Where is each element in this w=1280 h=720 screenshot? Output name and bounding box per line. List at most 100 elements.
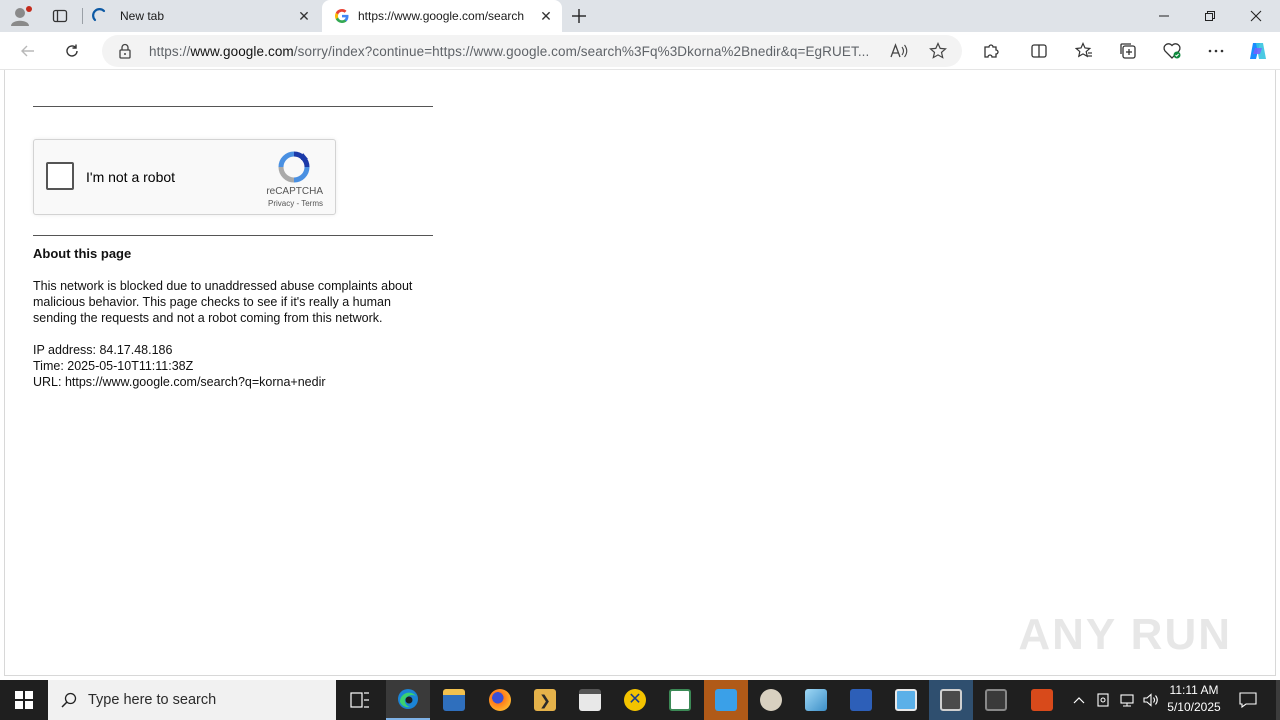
url-prefix: https:// — [149, 43, 191, 59]
google-favicon-icon — [334, 8, 350, 24]
recaptcha-links: Privacy - Terms — [268, 199, 323, 208]
close-tab-icon[interactable]: ✕ — [294, 6, 314, 26]
taskbar-cmd[interactable] — [568, 680, 612, 720]
anyrun-watermark: ANY RUN — [1018, 610, 1232, 659]
taskbar-app-window[interactable] — [658, 680, 702, 720]
profile-icon — [11, 6, 32, 26]
notes-icon — [805, 689, 827, 711]
terms-link[interactable]: Terms — [301, 199, 323, 208]
tab-new-tab[interactable]: New tab ✕ — [84, 0, 320, 32]
url-path: /sorry/index?continue=https://www.google… — [293, 43, 870, 59]
heart-pulse-icon — [1163, 43, 1181, 59]
about-text: This network is blocked due to unaddress… — [33, 279, 413, 325]
settings-more-button[interactable] — [1201, 36, 1231, 66]
show-desktop-button[interactable] — [1276, 680, 1280, 720]
tab-google-search[interactable]: https://www.google.com/search ✕ — [322, 0, 562, 32]
minimize-button[interactable] — [1141, 0, 1187, 32]
tab-separator — [82, 8, 83, 24]
network-icon — [1120, 694, 1134, 707]
address-bar[interactable]: https://www.google.com/sorry/index?conti… — [102, 35, 962, 67]
taskbar-search-box[interactable]: Type here to search — [48, 680, 336, 720]
taskbar-app-terminal[interactable] — [929, 680, 973, 720]
taskbar-app-notes[interactable] — [794, 680, 838, 720]
tab-actions-button[interactable] — [48, 4, 72, 28]
firefox-icon — [489, 689, 511, 711]
tab-title: New tab — [120, 9, 165, 23]
taskbar-powershell[interactable]: ❯ — [523, 680, 567, 720]
window-app-icon — [669, 689, 691, 711]
taskbar-clock[interactable]: 11:11 AM 5/10/2025 — [1154, 682, 1234, 716]
close-window-button[interactable] — [1233, 0, 1279, 32]
recaptcha-logo-icon — [277, 150, 311, 189]
clock-time: 11:11 AM — [1169, 683, 1219, 697]
read-aloud-icon[interactable] — [890, 43, 908, 64]
tab-title: https://www.google.com/search — [358, 9, 525, 23]
archive-icon — [985, 689, 1007, 711]
windows-logo-icon — [15, 691, 33, 709]
taskbar-edge[interactable] — [386, 680, 430, 720]
profile-avatar[interactable] — [8, 4, 34, 28]
network-button[interactable] — [1116, 680, 1138, 720]
recaptcha-widget: I'm not a robot reCAPTCHA Privacy - Term… — [33, 139, 336, 215]
close-icon — [1250, 10, 1262, 22]
address-url[interactable]: https://www.google.com/sorry/index?conti… — [149, 44, 879, 59]
taskbar-app-blue[interactable] — [704, 680, 748, 720]
close-tab-icon[interactable]: ✕ — [536, 6, 556, 26]
paint-icon — [760, 689, 782, 711]
restore-button[interactable] — [1187, 0, 1233, 32]
about-heading: About this page — [33, 246, 132, 261]
plus-icon — [572, 9, 586, 23]
lock-icon[interactable] — [118, 43, 132, 64]
notifications-button[interactable] — [1232, 680, 1264, 720]
show-hidden-icons-button[interactable] — [1068, 680, 1090, 720]
favorite-star-icon[interactable] — [929, 42, 947, 65]
tray-device-button[interactable] — [1092, 680, 1114, 720]
tab-actions-icon — [52, 9, 68, 23]
clock-date: 5/10/2025 — [1167, 700, 1221, 714]
time-line: Time: 2025-05-10T11:11:38Z — [33, 359, 194, 373]
refresh-button[interactable] — [57, 36, 87, 66]
cross-app-icon: ✕ — [624, 689, 646, 711]
browser-essentials-button[interactable] — [1157, 36, 1187, 66]
computer-icon — [940, 689, 962, 711]
copilot-button[interactable] — [1243, 36, 1273, 66]
file-explorer-icon — [443, 689, 465, 711]
powershell-icon: ❯ — [534, 689, 556, 711]
taskbar-app-control[interactable] — [884, 680, 928, 720]
collections-icon — [1120, 43, 1136, 59]
favorites-icon — [1075, 42, 1092, 58]
taskbar-app-office[interactable] — [1020, 680, 1064, 720]
control-panel-icon — [895, 689, 917, 711]
taskbar-app-monitor[interactable] — [839, 680, 883, 720]
collections-button[interactable] — [1113, 36, 1143, 66]
back-arrow-icon — [21, 45, 34, 57]
back-button[interactable] — [13, 36, 43, 66]
taskbar-app-paint[interactable] — [749, 680, 793, 720]
recaptcha-label: I'm not a robot — [86, 169, 176, 185]
recaptcha-checkbox[interactable] — [46, 162, 74, 190]
terminal-icon — [579, 689, 601, 711]
browser-toolbar: https://www.google.com/sorry/index?conti… — [0, 32, 1280, 70]
taskbar-firefox[interactable] — [478, 680, 522, 720]
privacy-link[interactable]: Privacy — [268, 199, 294, 208]
search-placeholder: Type here to search — [88, 692, 217, 708]
puzzle-icon — [984, 44, 999, 58]
search-icon — [61, 692, 77, 713]
tab-strip: New tab ✕ https://www.google.com/search … — [0, 0, 1280, 32]
bottom-divider — [33, 235, 433, 236]
taskbar-app-x[interactable]: ✕ — [613, 680, 657, 720]
new-tab-button[interactable] — [566, 4, 592, 28]
url-host: www.google.com — [190, 43, 294, 59]
taskbar-app-archive[interactable] — [974, 680, 1018, 720]
start-button[interactable] — [0, 680, 48, 720]
copilot-icon — [1250, 43, 1266, 59]
url-line: URL: https://www.google.com/search?q=kor… — [33, 375, 326, 389]
taskbar-file-explorer[interactable] — [432, 680, 476, 720]
split-screen-button[interactable] — [1024, 36, 1054, 66]
network-app-icon — [715, 689, 737, 711]
favorites-button[interactable] — [1069, 36, 1099, 66]
notification-icon — [1239, 692, 1257, 708]
task-view-button[interactable] — [338, 680, 382, 720]
extensions-button[interactable] — [976, 36, 1006, 66]
chevron-up-icon — [1073, 697, 1085, 704]
